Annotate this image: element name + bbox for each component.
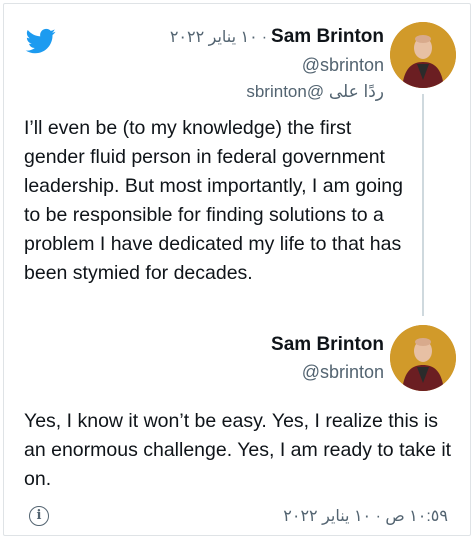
tweet2-text: Yes, I know it won’t be easy. Yes, I rea… [24,410,452,490]
timestamp-date: ١٠ يناير ٢٠٢٢ [283,508,372,525]
thread-connector-line [422,94,424,316]
author-name[interactable]: Sam Brinton [271,26,384,47]
reply-to-line: ردًا على @sbrinton [246,82,384,102]
tweet1-text: I’ll even be (to my knowledge) the first… [24,117,403,284]
tweet1-header: Sam Brinton·١٠ يناير ٢٠٢٢ [170,26,384,48]
timestamp-separator: · [375,508,381,525]
tweet-date[interactable]: ١٠ يناير ٢٠٢٢ [170,29,258,46]
author-name[interactable]: Sam Brinton [271,334,384,355]
author-handle[interactable]: @sbrinton [302,55,384,76]
tweet2-header: Sam Brinton [271,334,384,356]
info-icon[interactable]: i [29,506,49,526]
header-separator: · [261,29,268,46]
avatar[interactable] [390,22,456,88]
twitter-bird-icon[interactable] [24,26,58,56]
reply-mention-link[interactable]: @sbrinton [246,82,324,101]
author-handle[interactable]: @sbrinton [302,362,384,383]
reply-prefix: ردًا على [328,82,384,101]
timestamp-time: ١٠:٥٩ ص [385,508,448,525]
tweet-timestamp[interactable]: ١٠:٥٩ ص · ١٠ يناير ٢٠٢٢ [283,506,448,526]
avatar[interactable] [390,325,456,391]
